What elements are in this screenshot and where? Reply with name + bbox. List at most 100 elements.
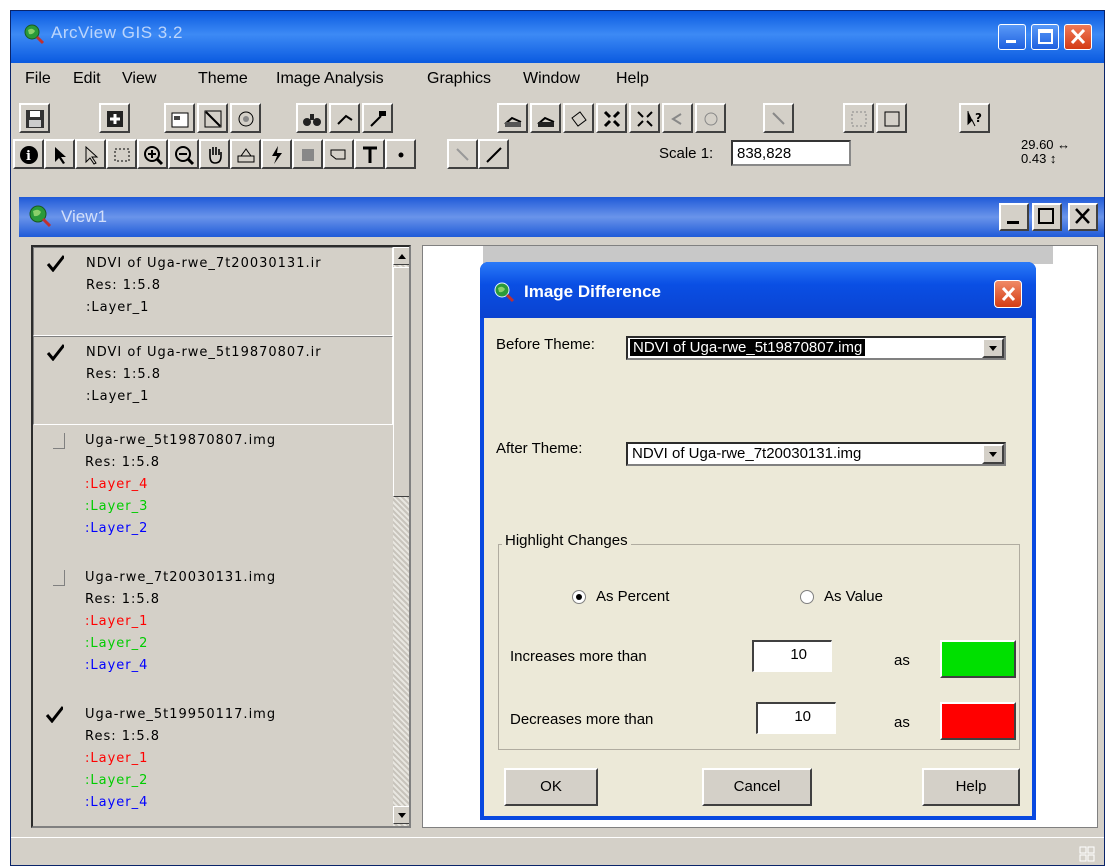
- increase-color-swatch[interactable]: [940, 640, 1016, 678]
- checkmark-icon[interactable]: [46, 254, 64, 272]
- table-of-contents[interactable]: NDVI of Uga-rwe_7t20030131.ir Res: 1:5.8:…: [31, 245, 411, 828]
- dialog-close-button[interactable]: [994, 280, 1022, 308]
- maximize-icon: [1038, 208, 1054, 224]
- locate-address-button[interactable]: [329, 103, 360, 133]
- close-button[interactable]: [1064, 24, 1092, 50]
- page-layout-button[interactable]: [876, 103, 907, 133]
- as-percent-radio[interactable]: [572, 590, 586, 604]
- dialog-titlebar[interactable]: Image Difference: [480, 262, 1036, 318]
- zoom-to-selected-button[interactable]: [662, 103, 693, 133]
- cancel-button[interactable]: Cancel: [702, 768, 812, 806]
- close-icon: [1075, 208, 1090, 224]
- before-theme-dropdown-button[interactable]: [982, 338, 1004, 358]
- view-minimize-button[interactable]: [999, 203, 1029, 231]
- menu-file[interactable]: File: [25, 70, 51, 88]
- spot-icon: [456, 148, 469, 161]
- zoom-to-full-extent-button[interactable]: [596, 103, 627, 133]
- zoom-to-active-themes-button[interactable]: [629, 103, 660, 133]
- after-theme-dropdown-button[interactable]: [982, 444, 1004, 464]
- select-all-button[interactable]: [497, 103, 528, 133]
- draw-point-tool[interactable]: [385, 139, 416, 169]
- as-percent-label[interactable]: As Percent: [596, 588, 669, 605]
- scale-label: Scale 1:: [659, 145, 714, 162]
- profile-icon: [486, 147, 502, 163]
- as-value-radio[interactable]: [800, 590, 814, 604]
- profile-tool[interactable]: [478, 139, 509, 169]
- theme-visibility-checkbox[interactable]: [53, 570, 65, 586]
- minimize-icon: [1006, 40, 1016, 43]
- resize-grip-icon[interactable]: [1079, 846, 1095, 862]
- before-theme-select[interactable]: NDVI of Uga-rwe_5t19870807.img: [626, 336, 1006, 360]
- decrease-color-swatch[interactable]: [940, 702, 1016, 740]
- checkmark-icon[interactable]: [45, 705, 63, 723]
- theme-visibility-checkbox[interactable]: [53, 433, 65, 449]
- zoom-previous-button[interactable]: [695, 103, 726, 133]
- query-builder-button[interactable]: [362, 103, 393, 133]
- binoculars-icon: [303, 114, 321, 126]
- hot-link-button[interactable]: [230, 103, 261, 133]
- chevron-down-icon: [989, 346, 997, 351]
- after-theme-value: NDVI of Uga-rwe_7t20030131.img: [632, 445, 862, 462]
- theme-resolution: Res: 1:5.8: [86, 278, 162, 293]
- layout-button[interactable]: [843, 103, 874, 133]
- help-dialog-button[interactable]: Help: [922, 768, 1020, 806]
- theme-layer-label: :Layer_2: [85, 521, 149, 536]
- menu-view[interactable]: View: [122, 70, 156, 88]
- theme-properties-button[interactable]: [164, 103, 195, 133]
- toc-theme-entry[interactable]: Uga-rwe_5t19950117.img Res: 1:5.8:Layer_1…: [33, 699, 393, 826]
- increase-threshold-input[interactable]: 10: [752, 640, 832, 672]
- hot-link-icon: [238, 111, 254, 127]
- measure-tool[interactable]: [230, 139, 261, 169]
- toc-theme-entry[interactable]: NDVI of Uga-rwe_7t20030131.ir Res: 1:5.8:…: [33, 247, 393, 336]
- app-titlebar[interactable]: ArcView GIS 3.2: [11, 11, 1104, 63]
- clear-selection-button[interactable]: [563, 103, 594, 133]
- hotlink-tool[interactable]: [261, 139, 292, 169]
- scroll-down-button[interactable]: [393, 806, 409, 824]
- help-button[interactable]: ?: [959, 103, 990, 133]
- toc-scrollbar[interactable]: [393, 247, 409, 826]
- save-project-button[interactable]: [19, 103, 50, 133]
- text-tool[interactable]: [354, 139, 385, 169]
- toc-theme-entry[interactable]: NDVI of Uga-rwe_5t19870807.ir Res: 1:5.8:…: [33, 336, 393, 425]
- zoom-in-tool[interactable]: [137, 139, 168, 169]
- identify-tool[interactable]: i: [13, 139, 44, 169]
- find-button[interactable]: [296, 103, 327, 133]
- menu-edit[interactable]: Edit: [73, 70, 101, 88]
- menu-image-analysis[interactable]: Image Analysis: [276, 70, 384, 88]
- maximize-button[interactable]: [1031, 24, 1059, 50]
- svg-text:?: ?: [975, 111, 982, 125]
- increases-label: Increases more than: [510, 648, 647, 665]
- scroll-thumb[interactable]: [393, 267, 409, 497]
- menu-help[interactable]: Help: [616, 70, 649, 88]
- pointer-tool[interactable]: [44, 139, 75, 169]
- toc-theme-entry[interactable]: Uga-rwe_7t20030131.img Res: 1:5.8:Layer_1…: [33, 562, 393, 699]
- zoom-in-fixed-button[interactable]: [763, 103, 794, 133]
- menu-window[interactable]: Window: [523, 70, 580, 88]
- after-theme-select[interactable]: NDVI of Uga-rwe_7t20030131.img: [626, 442, 1006, 466]
- vertex-edit-tool[interactable]: [75, 139, 106, 169]
- scale-input[interactable]: 838,828: [731, 140, 851, 166]
- checkmark-icon[interactable]: [46, 343, 64, 361]
- switch-selection-button[interactable]: [530, 103, 561, 133]
- select-feature-tool[interactable]: [106, 139, 137, 169]
- spot-tool[interactable]: [447, 139, 478, 169]
- area-of-interest-tool[interactable]: [292, 139, 323, 169]
- label-tool[interactable]: [323, 139, 354, 169]
- menu-graphics[interactable]: Graphics: [427, 70, 491, 88]
- scroll-up-button[interactable]: [393, 247, 409, 265]
- add-theme-button[interactable]: [99, 103, 130, 133]
- menu-theme[interactable]: Theme: [198, 70, 248, 88]
- edit-legend-button[interactable]: [197, 103, 228, 133]
- label-icon: [330, 149, 346, 160]
- view-maximize-button[interactable]: [1032, 203, 1062, 231]
- pan-tool[interactable]: [199, 139, 230, 169]
- view-close-button[interactable]: [1068, 203, 1098, 231]
- as-value-label[interactable]: As Value: [824, 588, 883, 605]
- ok-button[interactable]: OK: [504, 768, 598, 806]
- toc-theme-entry[interactable]: Uga-rwe_5t19870807.img Res: 1:5.8:Layer_4…: [33, 425, 393, 562]
- zoom-out-tool[interactable]: [168, 139, 199, 169]
- decrease-threshold-input[interactable]: 10: [756, 702, 836, 734]
- minimize-button[interactable]: [998, 24, 1026, 50]
- theme-layer-label: :Layer_2: [85, 636, 149, 651]
- view1-titlebar[interactable]: View1: [19, 197, 1104, 237]
